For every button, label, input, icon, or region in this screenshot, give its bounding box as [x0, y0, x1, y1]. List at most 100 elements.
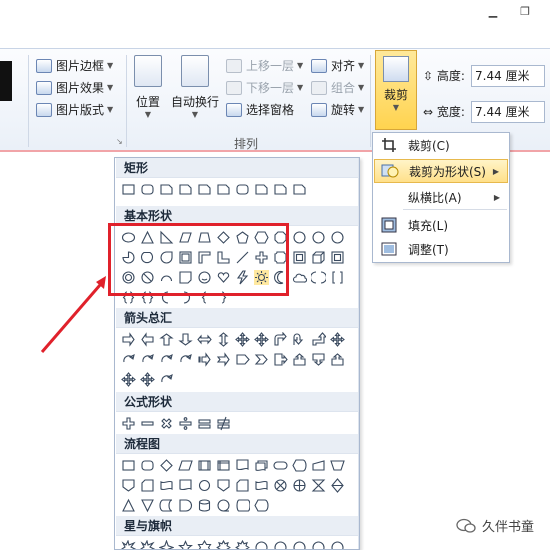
pentA-shape-icon[interactable]: [235, 352, 250, 367]
snip-shape-icon[interactable]: [197, 182, 212, 197]
notch-shape-icon[interactable]: [216, 352, 231, 367]
snip-shape-icon[interactable]: [254, 182, 269, 197]
star4-shape-icon[interactable]: [159, 540, 174, 549]
fSort-shape-icon[interactable]: [330, 478, 345, 493]
group-button[interactable]: 组合 ▼: [311, 79, 364, 96]
crop-menu-item-4[interactable]: 调整(T): [374, 237, 508, 261]
crop-button[interactable]: 裁剪 ▼: [375, 50, 417, 130]
position-button[interactable]: 位置 ▼: [130, 55, 166, 119]
fSum-shape-icon[interactable]: [273, 478, 288, 493]
fData-shape-icon[interactable]: [178, 458, 193, 473]
crop-menu-item-2[interactable]: 纵横比(A) ▶: [374, 185, 508, 209]
striped-shape-icon[interactable]: [197, 352, 212, 367]
cube-shape-icon[interactable]: [311, 250, 326, 265]
fTape-shape-icon[interactable]: [159, 478, 174, 493]
bevel-shape-icon[interactable]: [292, 250, 307, 265]
brkP-shape-icon[interactable]: [311, 270, 326, 285]
star6-shape-icon[interactable]: [197, 540, 212, 549]
starN-shape-icon[interactable]: [311, 540, 326, 549]
fInt-shape-icon[interactable]: [216, 458, 231, 473]
selection-pane-button[interactable]: 选择窗格: [226, 101, 294, 118]
crop-menu-item-1[interactable]: 裁剪为形状(S) ▶: [374, 159, 508, 183]
aR-shape-icon[interactable]: [121, 332, 136, 347]
chev-shape-icon[interactable]: [254, 352, 269, 367]
cloud-shape-icon[interactable]: [292, 270, 307, 285]
picture-effects-button[interactable]: 图片效果 ▼: [36, 79, 113, 96]
star8-shape-icon[interactable]: [235, 540, 250, 549]
fTerm-shape-icon[interactable]: [273, 458, 288, 473]
eqNe-shape-icon[interactable]: [216, 416, 231, 431]
restore-icon[interactable]: ❐: [518, 6, 532, 18]
crop-menu-item-3[interactable]: 填充(L): [374, 213, 508, 237]
snip-shape-icon[interactable]: [273, 182, 288, 197]
aUturn-shape-icon[interactable]: [292, 332, 307, 347]
fDoc-shape-icon[interactable]: [235, 458, 250, 473]
aLR-shape-icon[interactable]: [197, 332, 212, 347]
snip-shape-icon[interactable]: [178, 182, 193, 197]
starN-shape-icon[interactable]: [254, 540, 269, 549]
fDir-shape-icon[interactable]: [235, 498, 250, 513]
fMulti-shape-icon[interactable]: [254, 458, 269, 473]
align-button[interactable]: 对齐 ▼: [311, 57, 364, 74]
aL-shape-icon[interactable]: [140, 332, 155, 347]
fCard-shape-icon[interactable]: [140, 478, 155, 493]
fDisp-shape-icon[interactable]: [292, 458, 307, 473]
picture-layout-button[interactable]: 图片版式 ▼: [36, 101, 113, 118]
fMerge-shape-icon[interactable]: [140, 498, 155, 513]
wrap-text-button[interactable]: 自动换行 ▼: [168, 55, 222, 119]
rect-shape-icon[interactable]: [121, 458, 136, 473]
starN-shape-icon[interactable]: [330, 540, 345, 549]
circA-shape-icon[interactable]: [178, 352, 193, 367]
starN-shape-icon[interactable]: [273, 540, 288, 549]
rotate-button[interactable]: 旋转 ▼: [311, 101, 364, 118]
circA-shape-icon[interactable]: [140, 352, 155, 367]
fCard-shape-icon[interactable]: [235, 478, 250, 493]
snip-shape-icon[interactable]: [159, 182, 174, 197]
snip-shape-icon[interactable]: [292, 182, 307, 197]
brkS-shape-icon[interactable]: [330, 270, 345, 285]
dia-shape-icon[interactable]: [159, 458, 174, 473]
callR-shape-icon[interactable]: [273, 352, 288, 367]
minimize-icon[interactable]: ▁: [486, 6, 500, 18]
fOff-shape-icon[interactable]: [216, 478, 231, 493]
fPre-shape-icon[interactable]: [197, 458, 212, 473]
fSeq-shape-icon[interactable]: [216, 498, 231, 513]
callU-shape-icon[interactable]: [292, 352, 307, 367]
send-backward-button[interactable]: 下移一层 ▼: [226, 79, 303, 96]
fConn-shape-icon[interactable]: [197, 478, 212, 493]
width-input[interactable]: 7.44 厘米: [471, 101, 545, 123]
eqPlus-shape-icon[interactable]: [121, 416, 136, 431]
fOff-shape-icon[interactable]: [121, 478, 136, 493]
starN-shape-icon[interactable]: [292, 540, 307, 549]
fDoc-shape-icon[interactable]: [178, 478, 193, 493]
fDelay-shape-icon[interactable]: [178, 498, 193, 513]
callU-shape-icon[interactable]: [330, 352, 345, 367]
fManIn-shape-icon[interactable]: [311, 458, 326, 473]
aUD-shape-icon[interactable]: [216, 332, 231, 347]
dialog-launcher-icon[interactable]: ↘: [116, 137, 123, 146]
fStore-shape-icon[interactable]: [159, 498, 174, 513]
height-input[interactable]: 7.44 厘米: [471, 65, 545, 87]
aU-shape-icon[interactable]: [159, 332, 174, 347]
crop-menu-item-0[interactable]: 裁剪(C): [374, 133, 508, 157]
bring-forward-button[interactable]: 上移一层 ▼: [226, 57, 303, 74]
explo-shape-icon[interactable]: [121, 540, 136, 549]
fCol-shape-icon[interactable]: [311, 478, 326, 493]
star5-shape-icon[interactable]: [178, 540, 193, 549]
a4-shape-icon[interactable]: [330, 332, 345, 347]
snip-shape-icon[interactable]: [216, 182, 231, 197]
star8-shape-icon[interactable]: [216, 540, 231, 549]
num-shape-icon[interactable]: [311, 230, 326, 245]
picture-style-thumbnail[interactable]: [0, 61, 12, 101]
aD-shape-icon[interactable]: [178, 332, 193, 347]
bevel-shape-icon[interactable]: [330, 250, 345, 265]
explo-shape-icon[interactable]: [140, 540, 155, 549]
fOr-shape-icon[interactable]: [292, 478, 307, 493]
a4-shape-icon[interactable]: [235, 332, 250, 347]
round-shape-icon[interactable]: [140, 182, 155, 197]
a4-shape-icon[interactable]: [140, 372, 155, 387]
a4-shape-icon[interactable]: [254, 332, 269, 347]
fExt-shape-icon[interactable]: [121, 498, 136, 513]
circA-shape-icon[interactable]: [121, 352, 136, 367]
eqDiv-shape-icon[interactable]: [178, 416, 193, 431]
